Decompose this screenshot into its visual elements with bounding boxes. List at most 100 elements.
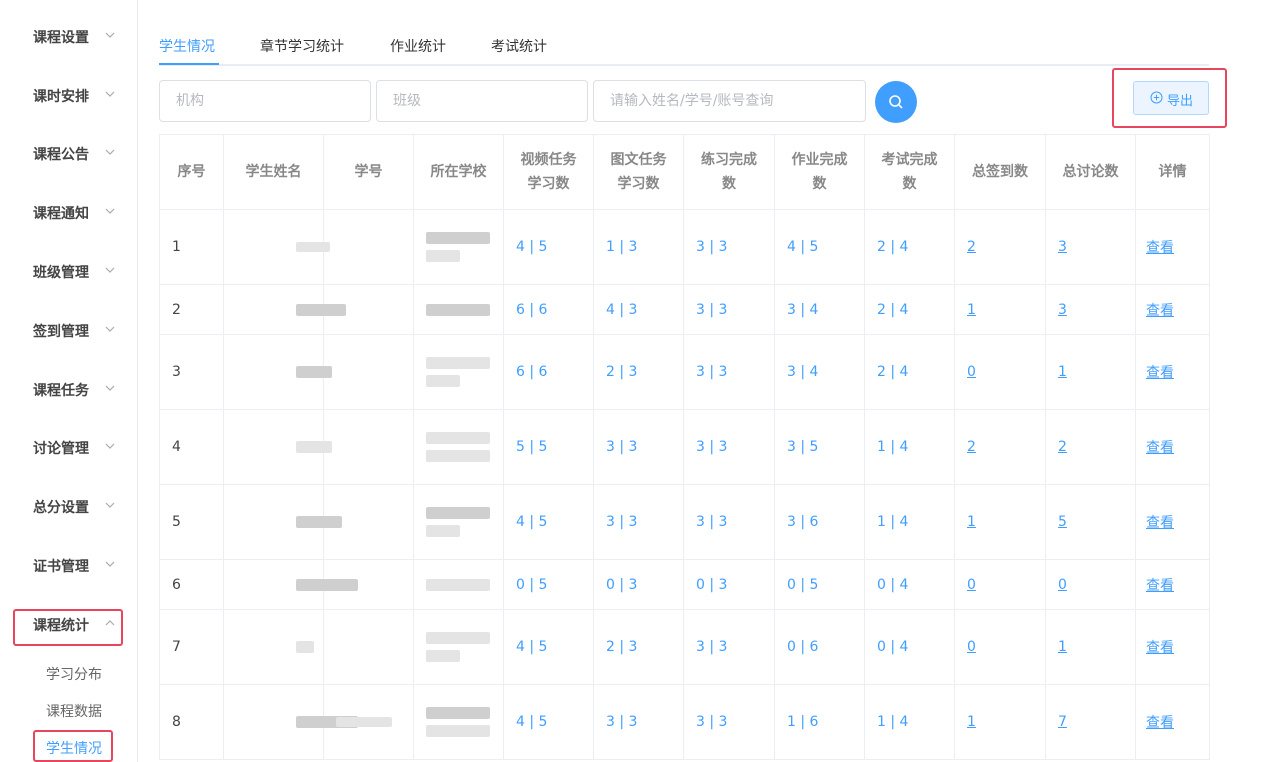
chevron-down-icon bbox=[104, 146, 116, 158]
checkin-link[interactable]: 2 bbox=[967, 439, 976, 455]
checkin-link[interactable]: 1 bbox=[967, 514, 976, 530]
active-tab-indicator bbox=[159, 63, 219, 65]
sidebar-item-label: 课程通知 bbox=[33, 206, 89, 222]
discuss-link[interactable]: 7 bbox=[1058, 714, 1067, 730]
sidebar-subitem-learning-distribution[interactable]: 学习分布 bbox=[46, 664, 102, 684]
cell-name-redacted bbox=[223, 284, 346, 335]
cell-checkin: 1 bbox=[954, 684, 1046, 760]
cell-school-redacted bbox=[413, 684, 504, 760]
search-input[interactable] bbox=[593, 80, 866, 122]
cell-detail: 查看 bbox=[1135, 484, 1210, 560]
cell-school-redacted bbox=[413, 334, 504, 410]
discuss-link[interactable]: 5 bbox=[1058, 514, 1067, 530]
sidebar-item-schedule[interactable]: 课时安排 bbox=[0, 76, 137, 116]
cell-homework: 0 | 6 bbox=[774, 609, 865, 685]
cell-practice: 3 | 3 bbox=[683, 484, 775, 560]
tab-homework-statistics[interactable]: 作业统计 bbox=[390, 36, 446, 56]
view-link[interactable]: 查看 bbox=[1146, 715, 1174, 731]
org-field[interactable] bbox=[159, 80, 371, 122]
search-icon bbox=[889, 95, 903, 109]
sidebar-item-certificate[interactable]: 证书管理 bbox=[0, 546, 137, 586]
cell-video-tasks: 5 | 5 bbox=[503, 409, 594, 485]
cell-exam: 0 | 4 bbox=[864, 559, 955, 610]
cell-detail: 查看 bbox=[1135, 609, 1210, 685]
discuss-link[interactable]: 3 bbox=[1058, 239, 1067, 255]
chevron-down-icon bbox=[104, 558, 116, 570]
sidebar-item-course-statistics[interactable]: 课程统计 bbox=[0, 605, 137, 645]
tab-exam-statistics[interactable]: 考试统计 bbox=[491, 36, 547, 56]
cell-text-tasks: 3 | 3 bbox=[593, 409, 684, 485]
table-row: 7 4 | 5 2 | 3 3 | 3 0 | 6 0 | 4 0 1 查看 bbox=[159, 609, 1210, 685]
view-link[interactable]: 查看 bbox=[1146, 240, 1174, 256]
cell-checkin: 2 bbox=[954, 209, 1046, 285]
sidebar-item-notice[interactable]: 课程通知 bbox=[0, 193, 137, 233]
sidebar-item-class-management[interactable]: 班级管理 bbox=[0, 252, 137, 292]
view-link[interactable]: 查看 bbox=[1146, 303, 1174, 319]
sidebar-item-checkin[interactable]: 签到管理 bbox=[0, 311, 137, 351]
discuss-link[interactable]: 2 bbox=[1058, 439, 1067, 455]
sidebar-item-tasks[interactable]: 课程任务 bbox=[0, 370, 137, 410]
cell-homework: 1 | 6 bbox=[774, 684, 865, 760]
cell-student-id-redacted bbox=[323, 409, 414, 485]
chevron-down-icon bbox=[104, 29, 116, 41]
table-row: 5 4 | 5 3 | 3 3 | 3 3 | 6 1 | 4 1 5 查看 bbox=[159, 484, 1210, 560]
checkin-link[interactable]: 1 bbox=[967, 714, 976, 730]
search-button[interactable] bbox=[875, 81, 917, 123]
sidebar-item-label: 签到管理 bbox=[33, 324, 89, 340]
checkin-link[interactable]: 0 bbox=[967, 577, 976, 593]
sidebar-item-label: 讨论管理 bbox=[33, 441, 89, 457]
discuss-link[interactable]: 1 bbox=[1058, 364, 1067, 380]
checkin-link[interactable]: 0 bbox=[967, 364, 976, 380]
discuss-link[interactable]: 1 bbox=[1058, 639, 1067, 655]
tab-student-status[interactable]: 学生情况 bbox=[159, 36, 215, 56]
table-row: 3 6 | 6 2 | 3 3 | 3 3 | 4 2 | 4 0 1 查看 bbox=[159, 334, 1210, 410]
cell-school-redacted bbox=[413, 484, 504, 560]
view-link[interactable]: 查看 bbox=[1146, 640, 1174, 656]
class-field[interactable] bbox=[376, 80, 588, 122]
cell-exam: 2 | 4 bbox=[864, 209, 955, 285]
table-header-row: 序号 学生姓名 学号 所在学校 视频任务 学习数 图文任务 学习数 练习完成数 作业… bbox=[159, 134, 1210, 210]
view-link[interactable]: 查看 bbox=[1146, 365, 1174, 381]
checkin-link[interactable]: 1 bbox=[967, 302, 976, 318]
table-row: 8 4 | 5 3 | 3 3 | 3 1 | 6 1 | 4 1 7 查看 bbox=[159, 684, 1210, 760]
view-link[interactable]: 查看 bbox=[1146, 578, 1174, 594]
column-header: 视频任务 学习数 bbox=[503, 134, 594, 210]
chevron-up-icon bbox=[104, 617, 116, 629]
cell-school-redacted bbox=[413, 609, 504, 685]
cell-video-tasks: 4 | 5 bbox=[503, 609, 594, 685]
sidebar-item-discussion[interactable]: 讨论管理 bbox=[0, 428, 137, 468]
sidebar-item-label: 课程公告 bbox=[33, 147, 89, 163]
cell-video-tasks: 0 | 5 bbox=[503, 559, 594, 610]
cell-video-tasks: 4 | 5 bbox=[503, 484, 594, 560]
discuss-link[interactable]: 0 bbox=[1058, 577, 1067, 593]
sidebar-subitem-student-status[interactable]: 学生情况 bbox=[46, 738, 102, 758]
cell-no: 1 bbox=[159, 209, 224, 285]
view-link[interactable]: 查看 bbox=[1146, 440, 1174, 456]
sidebar-item-announcement[interactable]: 课程公告 bbox=[0, 134, 137, 174]
table-row: 6 0 | 5 0 | 3 0 | 3 0 | 5 0 | 4 0 0 查看 bbox=[159, 559, 1210, 610]
sidebar-item-score-settings[interactable]: 总分设置 bbox=[0, 487, 137, 527]
view-link[interactable]: 查看 bbox=[1146, 515, 1174, 531]
cell-no: 2 bbox=[159, 284, 224, 335]
sidebar-item-label: 课时安排 bbox=[33, 89, 89, 105]
tab-bar: 学生情况 章节学习统计 作业统计 考试统计 bbox=[159, 30, 1209, 66]
cell-checkin: 0 bbox=[954, 609, 1046, 685]
cell-text-tasks: 1 | 3 bbox=[593, 209, 684, 285]
cell-practice: 3 | 3 bbox=[683, 209, 775, 285]
sidebar-item-course-settings[interactable]: 课程设置 bbox=[0, 17, 137, 57]
sidebar-subitem-course-data[interactable]: 课程数据 bbox=[46, 701, 102, 721]
cell-exam: 1 | 4 bbox=[864, 409, 955, 485]
cell-detail: 查看 bbox=[1135, 284, 1210, 335]
column-header: 总讨论数 bbox=[1045, 134, 1136, 210]
cell-school-redacted bbox=[413, 559, 504, 610]
cell-student-id-redacted bbox=[323, 209, 414, 285]
tab-chapter-statistics[interactable]: 章节学习统计 bbox=[260, 36, 344, 56]
sidebar-item-label: 证书管理 bbox=[33, 559, 89, 575]
cell-school-redacted bbox=[413, 409, 504, 485]
export-button[interactable]: 导出 bbox=[1133, 81, 1209, 115]
sidebar-item-label: 总分设置 bbox=[33, 500, 89, 516]
cell-no: 4 bbox=[159, 409, 224, 485]
checkin-link[interactable]: 2 bbox=[967, 239, 976, 255]
discuss-link[interactable]: 3 bbox=[1058, 302, 1067, 318]
checkin-link[interactable]: 0 bbox=[967, 639, 976, 655]
